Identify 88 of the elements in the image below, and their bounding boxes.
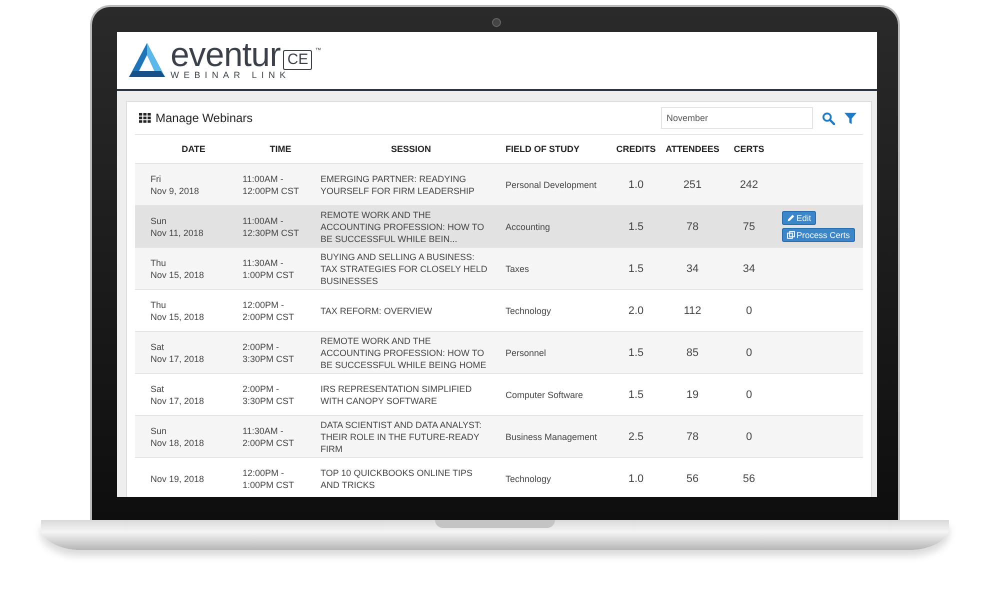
certs-count: 0	[746, 430, 752, 442]
table-row[interactable]: Sat Nov 17, 2018 2:00PM - 3:30PM CST REMOTE WORK AND THE ACCOUNTING PROFESSION: HOW TO BE SUCCESSFUL WHILE BEING HOME Personnel 1.5 85 0	[134, 331, 862, 373]
column-header: FIELD OF STUDY	[504, 144, 580, 154]
field-of-study: Taxes	[506, 262, 530, 274]
table-row[interactable]: Fri Nov 9, 2018 11:00AM - 12:00PM CST EMERGING PARTNER: READYING YOURSELF FOR FIRM LEADERSHIP Personal Development 1.0 251 242	[134, 163, 862, 205]
session-title: EMERGING PARTNER: READYING YOURSELF FOR FIRM LEADERSHIP	[320, 172, 476, 196]
session-title: DATA SCIENTIST AND DATA ANALYST: THEIR ROLE IN THE FUTURE-READY FIRM	[320, 418, 483, 454]
attendees-count: 78	[686, 430, 699, 442]
field-of-study: Personal Development	[506, 178, 598, 190]
field-of-study: Accounting	[506, 220, 552, 232]
time-text: 11:00AM - 12:00PM CST	[242, 172, 300, 196]
credits-value: 2.5	[628, 430, 644, 442]
day-text: Sat	[150, 340, 166, 352]
time-text: 11:30AM - 1:00PM CST	[242, 256, 296, 280]
date-text: Nov 17, 2018	[150, 352, 206, 364]
table-row[interactable]: Thu Nov 15, 2018 11:30AM - 1:00PM CST BUYING AND SELLING A BUSINESS: TAX STRATEGIES FOR CLOSELY HELD BUSINESSES Taxes 1.5 34 34	[134, 247, 862, 289]
date-text: Nov 17, 2018	[150, 394, 206, 406]
session-title: REMOTE WORK AND THE ACCOUNTING PROFESSION: HOW TO BE SUCCESSFUL WHILE BEING HOME	[320, 334, 488, 370]
session-title: IRS REPRESENTATION SIMPLIFIED WITH CANOPY SOFTWARE	[320, 382, 473, 406]
credits-value: 1.0	[628, 472, 644, 484]
day-text: Sat	[150, 382, 166, 394]
time-text: 2:00PM - 3:30PM CST	[242, 382, 296, 406]
day-text: Sun	[150, 424, 168, 436]
certs-count: 0	[746, 346, 752, 358]
session-title: TOP 10 QUICKBOOKS ONLINE TIPS AND TRICKS	[320, 466, 474, 490]
date-text: Nov 11, 2018	[150, 226, 204, 238]
filter-icon[interactable]	[844, 112, 856, 124]
certs-count: 75	[742, 220, 756, 232]
date-text: Nov 15, 2018	[150, 310, 206, 322]
search-icon[interactable]	[822, 112, 834, 124]
pencil-icon	[786, 214, 794, 222]
field-of-study: Technology	[506, 304, 552, 316]
certs-count: 0	[746, 388, 752, 400]
field-of-study: Personnel	[506, 346, 548, 358]
attendees-count: 251	[683, 178, 702, 190]
field-of-study: Technology	[506, 472, 552, 484]
date-text: Nov 9, 2018	[150, 184, 200, 196]
logo-badge: CE	[283, 50, 312, 70]
credits-value: 1.5	[628, 346, 644, 358]
logo-wordmark: eventur	[170, 40, 280, 70]
credits-value: 1.5	[628, 220, 644, 232]
credits-value: 1.5	[628, 388, 644, 400]
certs-count: 34	[742, 262, 756, 274]
day-text: Fri	[150, 172, 162, 184]
column-header: CREDITS	[615, 144, 657, 154]
day-text: Sun	[150, 214, 168, 226]
attendees-count: 78	[686, 220, 699, 232]
copy-icon	[786, 231, 794, 239]
attendees-count: 85	[686, 346, 699, 358]
time-text: 2:00PM - 3:30PM CST	[242, 340, 296, 364]
day-text: Thu	[150, 256, 168, 268]
credits-value: 2.0	[628, 304, 644, 316]
table-row[interactable]: Sun Nov 18, 2018 11:30AM - 2:00PM CST DATA SCIENTIST AND DATA ANALYST: THEIR ROLE IN THE FUTURE-READY FIRM Business Management 2.5 78 0	[134, 415, 862, 457]
certs-count: 56	[742, 472, 756, 484]
session-title: REMOTE WORK AND THE ACCOUNTING PROFESSION: HOW TO BE SUCCESSFUL WHILE BEIN...	[320, 208, 486, 244]
time-text: 12:00PM - 2:00PM CST	[242, 298, 296, 322]
certs-count: 0	[746, 304, 752, 316]
attendees-count: 56	[686, 472, 699, 484]
day-text: Thu	[150, 298, 168, 310]
date-text: Nov 15, 2018	[150, 268, 206, 280]
time-text: 11:30AM - 2:00PM CST	[242, 424, 296, 448]
table-row[interactable]: Sun Nov 11, 2018 11:00AM - 12:30PM CST REMOTE WORK AND THE ACCOUNTING PROFESSION: HOW TO BE SUCCESSFUL WHILE BEIN... Accounting 1.5 78 75 Edit Process Certs	[134, 205, 862, 247]
webcam-icon	[492, 18, 500, 27]
process-certs-button[interactable]: Process Certs	[782, 228, 855, 242]
date-text: Nov 19, 2018	[150, 472, 206, 484]
time-text: 11:00AM - 12:30PM CST	[242, 214, 300, 238]
field-of-study: Business Management	[506, 430, 598, 442]
attendees-count: 112	[684, 304, 702, 316]
column-header: TIME	[268, 144, 292, 154]
attendees-count: 19	[686, 388, 699, 400]
session-title: TAX REFORM: OVERVIEW	[320, 304, 434, 316]
panel-title: Manage Webinars	[156, 111, 253, 125]
attendees-count: 34	[686, 262, 699, 274]
credits-value: 1.5	[628, 262, 644, 274]
edit-button[interactable]: Edit	[782, 211, 816, 225]
column-header: ATTENDEES	[664, 144, 720, 154]
column-header: CERTS	[732, 144, 766, 154]
column-header: SESSION	[390, 144, 432, 154]
time-text: 12:00PM - 1:00PM CST	[242, 466, 296, 490]
logo-tagline: WEBINAR LINK	[170, 70, 292, 81]
column-header: DATE	[180, 144, 206, 154]
credits-value: 1.0	[628, 178, 644, 190]
session-title: BUYING AND SELLING A BUSINESS: TAX STRATEGIES FOR CLOSELY HELD BUSINESSES	[320, 250, 488, 286]
field-of-study: Computer Software	[506, 388, 584, 400]
certs-count: 242	[740, 178, 758, 190]
date-text: Nov 18, 2018	[150, 436, 206, 448]
search-field[interactable]: November	[660, 107, 812, 129]
grid-icon	[138, 113, 150, 123]
